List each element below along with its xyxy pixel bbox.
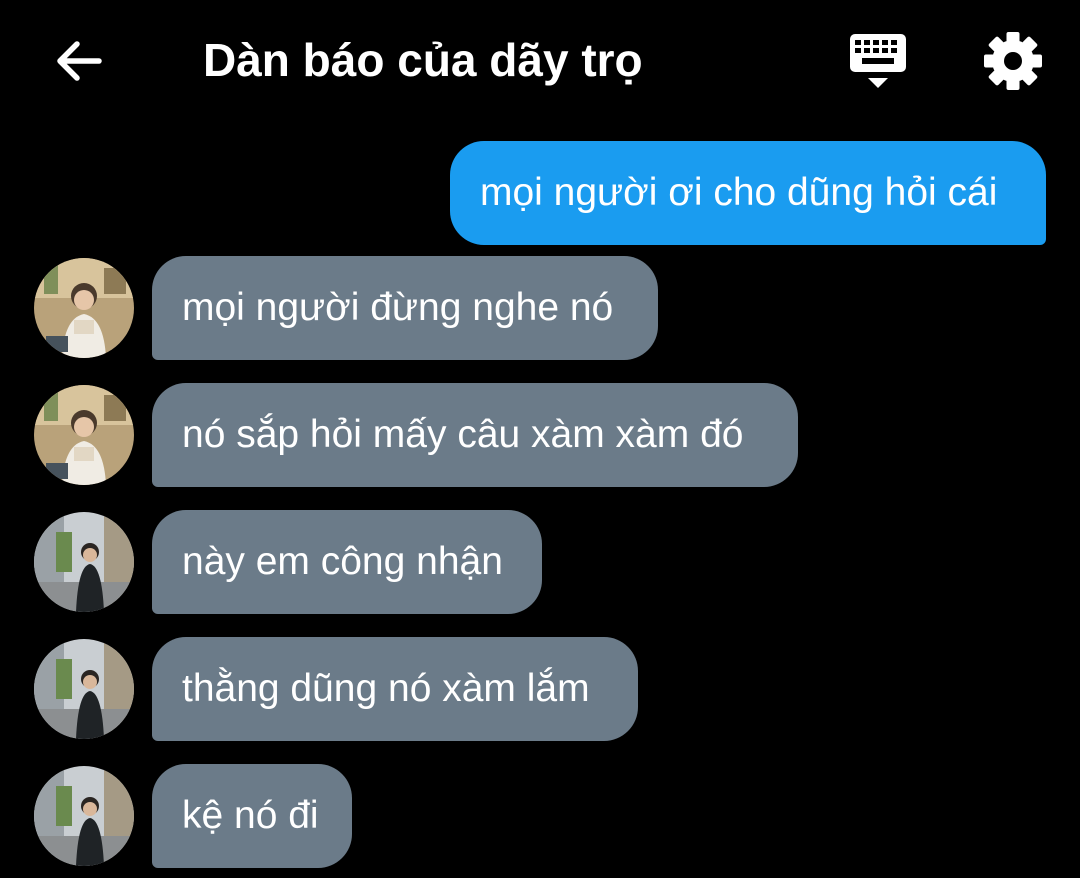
avatar-photo-street — [34, 766, 134, 866]
incoming-message-bubble[interactable]: mọi người đừng nghe nó — [152, 256, 658, 360]
arrow-left-icon — [57, 41, 102, 81]
chat-title: Dàn báo của dãy trọ — [203, 34, 643, 86]
avatar-photo-street — [34, 512, 134, 612]
avatar-photo-warm — [34, 385, 134, 485]
message-text: kệ nó đi — [182, 794, 319, 837]
avatar-photo-warm — [34, 258, 134, 358]
incoming-message-bubble[interactable]: thằng dũng nó xàm lắm — [152, 637, 638, 741]
avatar[interactable] — [34, 258, 134, 358]
avatar[interactable] — [34, 639, 134, 739]
avatar-photo-street — [34, 639, 134, 739]
avatar[interactable] — [34, 385, 134, 485]
message-text: mọi người ơi cho dũng hỏi cái — [480, 171, 998, 214]
gear-icon — [984, 32, 1042, 90]
incoming-message-bubble[interactable]: nó sắp hỏi mấy câu xàm xàm đó — [152, 383, 798, 487]
incoming-message-bubble[interactable]: kệ nó đi — [152, 764, 352, 868]
avatar[interactable] — [34, 512, 134, 612]
settings-button[interactable] — [980, 28, 1046, 94]
outgoing-message-bubble[interactable]: mọi người ơi cho dũng hỏi cái — [450, 141, 1046, 245]
chat-header: Dàn báo của dãy trọ — [0, 0, 1080, 120]
keyboard-button[interactable] — [842, 28, 914, 94]
incoming-message-bubble[interactable]: này em công nhận — [152, 510, 542, 614]
avatar[interactable] — [34, 766, 134, 866]
message-text: nó sắp hỏi mấy câu xàm xàm đó — [182, 413, 744, 456]
message-text: thằng dũng nó xàm lắm — [182, 667, 590, 710]
keyboard-icon — [850, 34, 906, 88]
back-button[interactable] — [48, 30, 110, 92]
message-text: này em công nhận — [182, 540, 503, 583]
message-text: mọi người đừng nghe nó — [182, 286, 614, 329]
